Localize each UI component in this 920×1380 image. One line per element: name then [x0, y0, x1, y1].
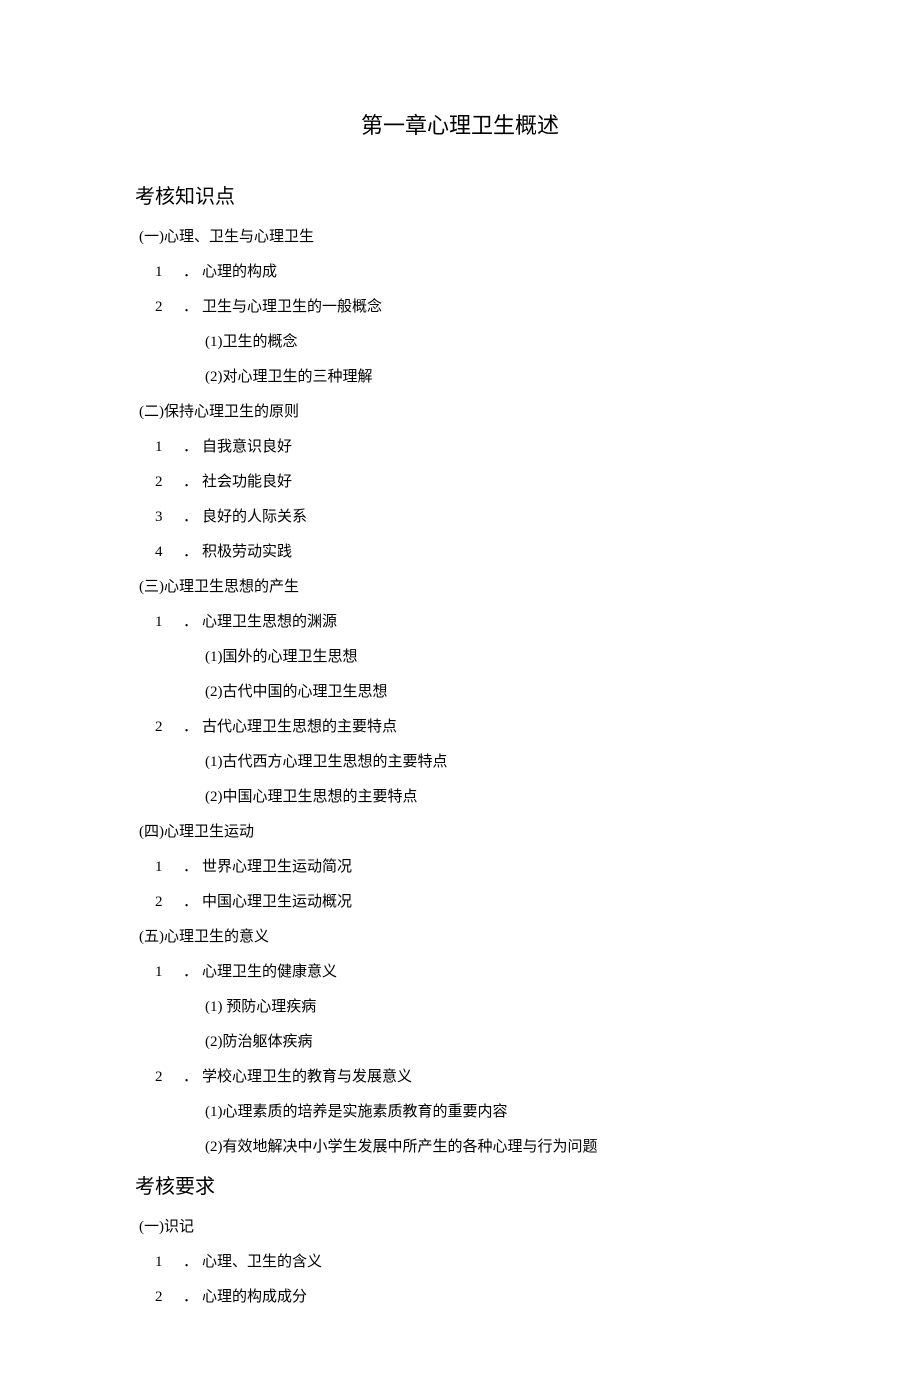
outline-text: (2)有效地解决中小学生发展中所产生的各种心理与行为问题 [205, 1139, 598, 1155]
outline-level2: 2 ．中国心理卫生运动概况 [155, 890, 785, 911]
outline-dot: ． [183, 614, 198, 630]
outline-text: 自我意识良好 [202, 439, 292, 455]
outline-level3: (1)国外的心理卫生思想 [205, 645, 785, 666]
outline-number: 1 [155, 859, 169, 876]
outline-level1: (一)识记 [139, 1215, 785, 1236]
outline-number: 1 [155, 264, 169, 281]
outline-text: (一)识记 [139, 1219, 194, 1235]
outline-text: (2)防治躯体疾病 [205, 1034, 313, 1050]
outline-text: (五)心理卫生的意义 [139, 929, 269, 945]
outline-number: 2 [155, 474, 169, 491]
outline-level3: (2)中国心理卫生思想的主要特点 [205, 785, 785, 806]
outline-text: 世界心理卫生运动简况 [202, 859, 352, 875]
outline-dot: ． [183, 439, 198, 455]
outline-text: (1)国外的心理卫生思想 [205, 649, 358, 665]
section-heading: 考核知识点 [135, 180, 785, 209]
outline-level1: (五)心理卫生的意义 [139, 925, 785, 946]
outline-text: 中国心理卫生运动概况 [202, 894, 352, 910]
outline-dot: ． [183, 1069, 198, 1085]
outline-text: (2)古代中国的心理卫生思想 [205, 684, 388, 700]
outline-level3: (1)卫生的概念 [205, 330, 785, 351]
outline-level3: (2)对心理卫生的三种理解 [205, 365, 785, 386]
outline-text: 卫生与心理卫生的一般概念 [202, 299, 382, 315]
outline-number: 2 [155, 299, 169, 316]
outline-text: 心理卫生的健康意义 [202, 964, 337, 980]
outline-text: (1)卫生的概念 [205, 334, 298, 350]
outline-number: 2 [155, 1069, 169, 1086]
outline-level2: 3 ．良好的人际关系 [155, 505, 785, 526]
outline-number: 1 [155, 964, 169, 981]
outline-text: (三)心理卫生思想的产生 [139, 579, 299, 595]
outline-dot: ． [183, 894, 198, 910]
outline-dot: ． [183, 964, 198, 980]
outline-text: (2)中国心理卫生思想的主要特点 [205, 789, 418, 805]
outline-level2: 2 ．社会功能良好 [155, 470, 785, 491]
outline-number: 1 [155, 1254, 169, 1271]
outline-text: 古代心理卫生思想的主要特点 [202, 719, 397, 735]
outline-number: 4 [155, 544, 169, 561]
outline-level2: 2 ．古代心理卫生思想的主要特点 [155, 715, 785, 736]
outline-number: 3 [155, 509, 169, 526]
outline-dot: ． [183, 719, 198, 735]
outline-level2: 1 ．心理卫生思想的渊源 [155, 610, 785, 631]
outline-level3: (1) 预防心理疾病 [205, 995, 785, 1016]
outline-text: 社会功能良好 [202, 474, 292, 490]
outline-level2: 1 ．心理、卫生的含义 [155, 1250, 785, 1271]
outline-text: 良好的人际关系 [202, 509, 307, 525]
outline-text: 心理、卫生的含义 [202, 1254, 322, 1270]
outline-dot: ． [183, 1254, 198, 1270]
outline-text: 积极劳动实践 [202, 544, 292, 560]
outline-level1: (一)心理、卫生与心理卫生 [139, 225, 785, 246]
outline-level2: 1 ．自我意识良好 [155, 435, 785, 456]
outline-level1: (三)心理卫生思想的产生 [139, 575, 785, 596]
outline-level3: (2)古代中国的心理卫生思想 [205, 680, 785, 701]
document-body: 考核知识点(一)心理、卫生与心理卫生1．心理的构成2．卫生与心理卫生的一般概念(… [135, 180, 785, 1306]
outline-number: 2 [155, 894, 169, 911]
outline-level3: (1)古代西方心理卫生思想的主要特点 [205, 750, 785, 771]
outline-dot: ． [183, 264, 198, 280]
outline-number: 2 [155, 719, 169, 736]
outline-text: 学校心理卫生的教育与发展意义 [202, 1069, 412, 1085]
outline-text: (2)对心理卫生的三种理解 [205, 369, 373, 385]
outline-level2: 1 ．心理的构成 [155, 260, 785, 281]
outline-dot: ． [183, 509, 198, 525]
outline-number: 2 [155, 1289, 169, 1306]
outline-level3: (2)有效地解决中小学生发展中所产生的各种心理与行为问题 [205, 1135, 785, 1156]
outline-number: 1 [155, 614, 169, 631]
outline-number: 1 [155, 439, 169, 456]
section-heading: 考核要求 [135, 1170, 785, 1199]
outline-dot: ． [183, 544, 198, 560]
outline-level2: 1 ．心理卫生的健康意义 [155, 960, 785, 981]
outline-dot: ． [183, 859, 198, 875]
outline-level3: (2)防治躯体疾病 [205, 1030, 785, 1051]
outline-level2: 2 ．学校心理卫生的教育与发展意义 [155, 1065, 785, 1086]
outline-level3: (1)心理素质的培养是实施素质教育的重要内容 [205, 1100, 785, 1121]
outline-level1: (二)保持心理卫生的原则 [139, 400, 785, 421]
outline-text: (四)心理卫生运动 [139, 824, 254, 840]
outline-level1: (四)心理卫生运动 [139, 820, 785, 841]
outline-level2: 4 ．积极劳动实践 [155, 540, 785, 561]
outline-dot: ． [183, 299, 198, 315]
outline-text: (一)心理、卫生与心理卫生 [139, 229, 314, 245]
outline-dot: ． [183, 474, 198, 490]
outline-text: (1)古代西方心理卫生思想的主要特点 [205, 754, 448, 770]
outline-level2: 1 ．世界心理卫生运动简况 [155, 855, 785, 876]
outline-text: 心理卫生思想的渊源 [202, 614, 337, 630]
outline-text: (1) 预防心理疾病 [205, 999, 316, 1015]
page-title: 第一章心理卫生概述 [135, 108, 785, 140]
outline-text: 心理的构成 [202, 264, 277, 280]
outline-text: (1)心理素质的培养是实施素质教育的重要内容 [205, 1104, 508, 1120]
outline-text: (二)保持心理卫生的原则 [139, 404, 299, 420]
outline-level2: 2 ．卫生与心理卫生的一般概念 [155, 295, 785, 316]
